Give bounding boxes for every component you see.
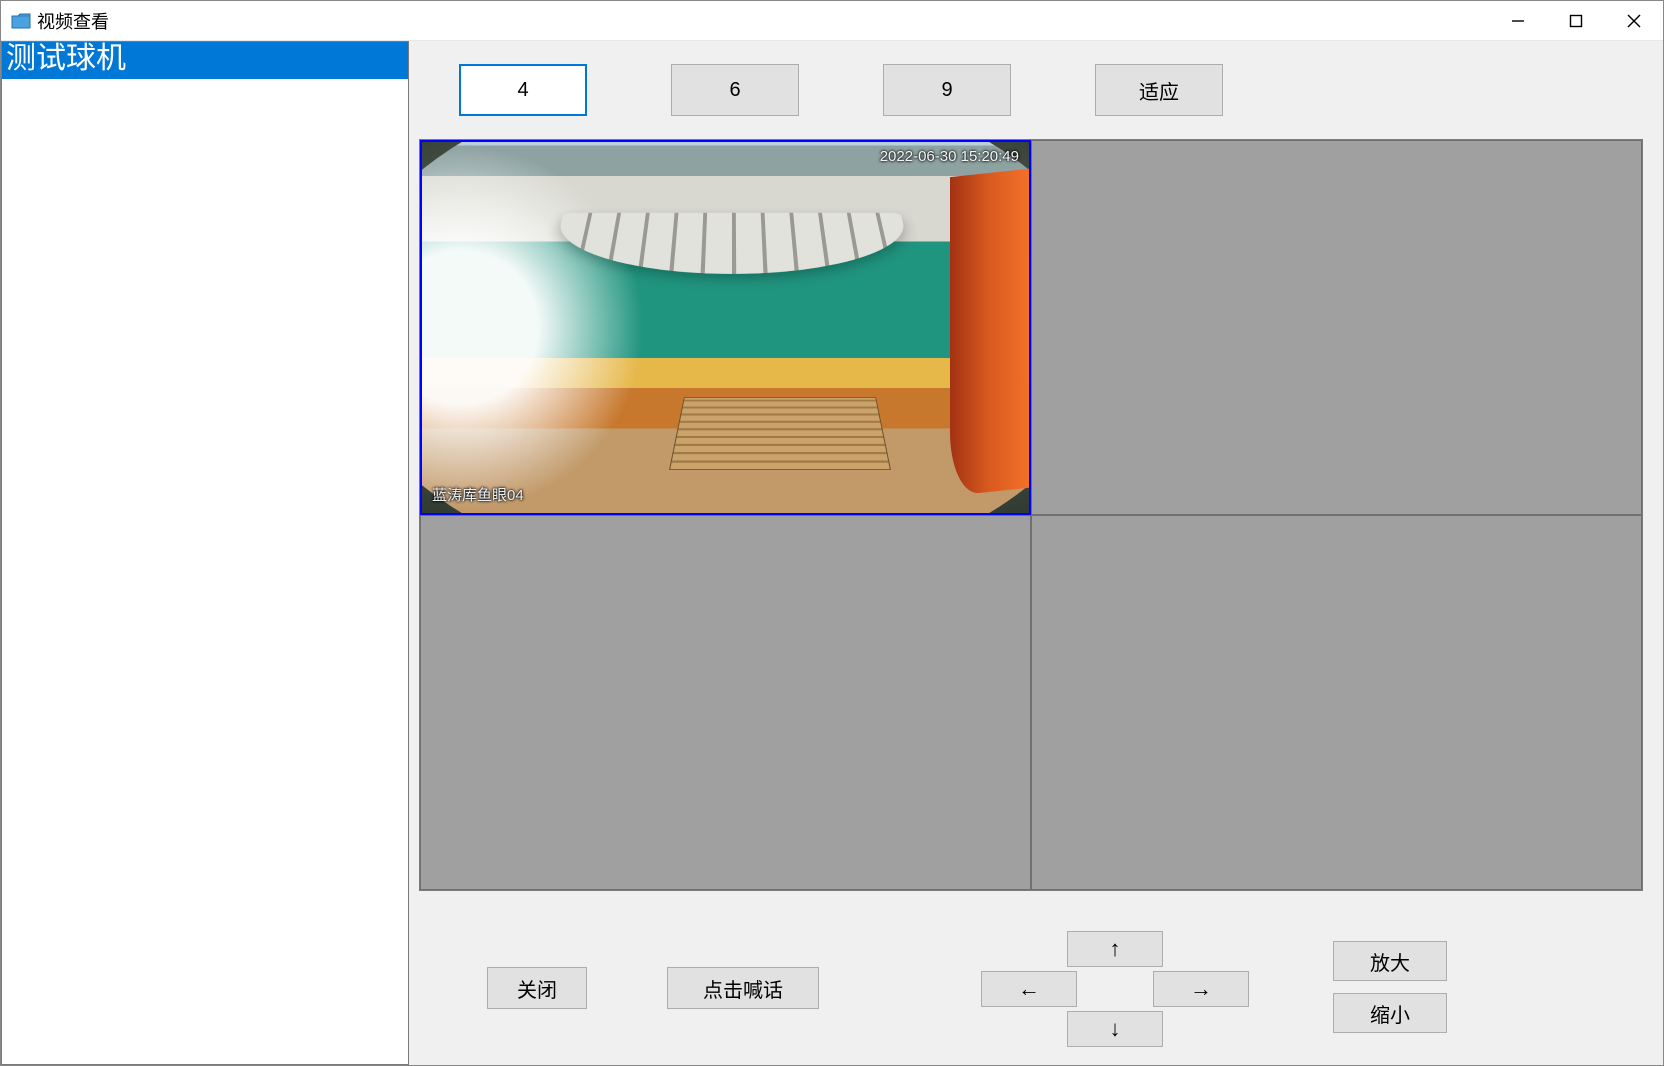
main: 测试球机 4 6 9 适应 2022-06-30 15:20:49 蓝涛库 xyxy=(1,41,1663,1065)
close-button[interactable] xyxy=(1605,1,1663,40)
ptz-up-button[interactable]: ↑ xyxy=(1067,931,1163,967)
osd-camera-name: 蓝涛库鱼眼04 xyxy=(432,484,524,505)
video-cell-2[interactable] xyxy=(1031,140,1642,515)
layout-9-button[interactable]: 9 xyxy=(883,64,1011,116)
video-cell-1[interactable]: 2022-06-30 15:20:49 蓝涛库鱼眼04 xyxy=(420,140,1031,515)
video-grid-wrap: 2022-06-30 15:20:49 蓝涛库鱼眼04 xyxy=(409,139,1663,891)
osd-timestamp: 2022-06-30 15:20:49 xyxy=(880,148,1019,165)
layout-toolbar: 4 6 9 适应 xyxy=(409,41,1663,139)
close-stream-button[interactable]: 关闭 xyxy=(487,967,587,1009)
app-icon xyxy=(11,13,31,29)
layout-4-button[interactable]: 4 xyxy=(459,64,587,116)
ptz-down-button[interactable]: ↓ xyxy=(1067,1011,1163,1047)
ptz-right-button[interactable]: → xyxy=(1153,971,1249,1007)
ptz-left-button[interactable]: ← xyxy=(981,971,1077,1007)
video-cell-3[interactable] xyxy=(420,515,1031,890)
video-feed: 2022-06-30 15:20:49 蓝涛库鱼眼04 xyxy=(422,142,1029,513)
camera-list-sidebar[interactable]: 测试球机 xyxy=(1,41,409,1065)
video-cell-4[interactable] xyxy=(1031,515,1642,890)
feed-orange-column xyxy=(950,167,1029,496)
titlebar: 视频查看 xyxy=(1,1,1663,41)
window-title: 视频查看 xyxy=(37,8,109,34)
push-to-talk-button[interactable]: 点击喊话 xyxy=(667,967,819,1009)
zoom-out-button[interactable]: 缩小 xyxy=(1333,993,1447,1033)
camera-list-item[interactable]: 测试球机 xyxy=(2,42,408,79)
feed-pallets xyxy=(669,398,891,471)
fit-button[interactable]: 适应 xyxy=(1095,64,1223,116)
titlebar-left: 视频查看 xyxy=(11,8,109,34)
window-controls xyxy=(1489,1,1663,40)
minimize-button[interactable] xyxy=(1489,1,1547,40)
layout-6-button[interactable]: 6 xyxy=(671,64,799,116)
zoom-in-button[interactable]: 放大 xyxy=(1333,941,1447,981)
right-panel: 4 6 9 适应 2022-06-30 15:20:49 蓝涛库鱼眼04 xyxy=(409,41,1663,1065)
maximize-button[interactable] xyxy=(1547,1,1605,40)
bottom-controls: 关闭 点击喊话 ↑ ← → ↓ 放大 缩小 xyxy=(409,913,1663,1053)
video-grid: 2022-06-30 15:20:49 蓝涛库鱼眼04 xyxy=(419,139,1643,891)
